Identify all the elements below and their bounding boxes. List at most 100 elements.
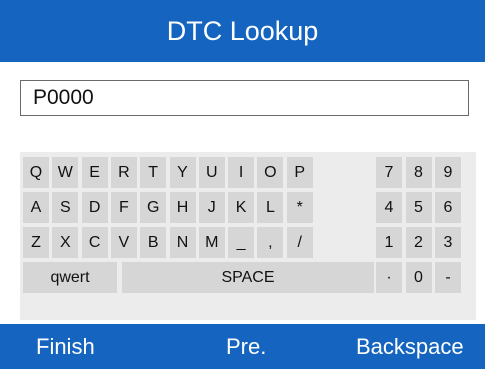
numkey-3-2[interactable]: - [435, 262, 461, 293]
key-label: Z [31, 233, 41, 251]
key-label: U [206, 163, 218, 181]
qwert-key-label: qwert [50, 268, 90, 286]
key-label: 6 [443, 198, 453, 216]
key-label: 3 [443, 233, 453, 251]
key-label: H [176, 198, 189, 216]
numkey-0-2[interactable]: 9 [435, 157, 461, 188]
key-label: - [445, 268, 451, 286]
key-2-4[interactable]: B [140, 227, 167, 258]
key-2-2[interactable]: C [81, 227, 108, 258]
key-label: 7 [384, 163, 394, 181]
backspace-label: Backspace [356, 333, 464, 359]
key-0-6[interactable]: U [198, 157, 225, 188]
key-2-7[interactable]: _ [228, 227, 255, 258]
space-key[interactable]: SPACE [122, 262, 374, 293]
numkey-2-2[interactable]: 3 [435, 227, 461, 258]
on-screen-keyboard: qwert SPACE Q W E R T Y U I O P A S D F G H J K L * Z X C V B N M _… [20, 152, 476, 320]
key-0-3[interactable]: R [110, 157, 137, 188]
key-2-3[interactable]: V [110, 227, 137, 258]
key-label: 1 [384, 233, 394, 251]
key-2-9[interactable]: / [286, 227, 313, 258]
key-1-7[interactable]: K [228, 192, 255, 223]
key-label: E [89, 163, 100, 181]
previous-label: Pre. [226, 333, 267, 359]
key-1-5[interactable]: H [169, 192, 196, 223]
key-0-5[interactable]: Y [169, 157, 196, 188]
key-0-4[interactable]: T [140, 157, 167, 188]
key-1-2[interactable]: D [81, 192, 108, 223]
key-label: T [148, 163, 159, 181]
key-1-6[interactable]: J [198, 192, 225, 223]
page-title: DTC Lookup [166, 15, 319, 46]
key-label: * [296, 198, 303, 216]
key-label: Q [29, 163, 43, 181]
key-2-5[interactable]: N [169, 227, 196, 258]
key-label: N [176, 233, 189, 251]
softkey-bar: Finish Pre. Backspace [0, 324, 485, 369]
key-label: J [207, 198, 216, 216]
key-label: W [57, 163, 73, 181]
key-label: Y [177, 163, 188, 181]
numkey-1-0[interactable]: 4 [376, 192, 402, 223]
space-key-label: SPACE [221, 268, 275, 286]
key-2-0[interactable]: Z [23, 227, 49, 258]
numkey-2-1[interactable]: 2 [405, 227, 432, 258]
finish-label: Finish [36, 333, 95, 359]
key-1-4[interactable]: G [140, 192, 167, 223]
key-label: C [88, 233, 101, 251]
key-label: K [235, 198, 247, 216]
key-2-6[interactable]: M [198, 227, 225, 258]
numkey-0-0[interactable]: 7 [376, 157, 402, 188]
numkey-2-0[interactable]: 1 [376, 227, 402, 258]
qwert-toggle-key[interactable]: qwert [23, 262, 117, 293]
key-0-2[interactable]: E [81, 157, 108, 188]
key-2-1[interactable]: X [52, 227, 79, 258]
key-label: O [264, 163, 277, 181]
key-0-0[interactable]: Q [23, 157, 49, 188]
dtc-code-input[interactable]: P0000 [20, 80, 469, 116]
numkey-1-2[interactable]: 6 [435, 192, 461, 223]
key-1-8[interactable]: L [257, 192, 284, 223]
key-1-1[interactable]: S [52, 192, 79, 223]
key-label: · [386, 268, 392, 286]
key-0-1[interactable]: W [52, 157, 79, 188]
key-label: S [59, 198, 71, 216]
key-label: 5 [414, 198, 423, 216]
numkey-3-1[interactable]: 0 [405, 262, 432, 293]
backspace-button[interactable]: Backspace [356, 324, 464, 369]
key-label: D [88, 198, 101, 216]
key-0-8[interactable]: O [257, 157, 284, 188]
key-label: G [146, 198, 160, 216]
key-label: , [268, 233, 273, 251]
numkey-1-1[interactable]: 5 [405, 192, 432, 223]
title-bar: DTC Lookup [0, 0, 485, 62]
key-label: X [59, 233, 71, 251]
numkey-0-1[interactable]: 8 [405, 157, 432, 188]
key-label: 2 [414, 233, 423, 251]
key-label: A [30, 198, 42, 216]
key-label: P [294, 163, 306, 181]
dtc-lookup-screen: DTC Lookup P0000 qwert SPACE QWERTYU I OP A… [0, 0, 485, 369]
key-2-8[interactable]: , [257, 227, 284, 258]
key-label: / [297, 233, 302, 251]
finish-button[interactable]: Finish [36, 324, 95, 369]
previous-button[interactable]: Pre. [226, 324, 266, 369]
key-label: B [147, 233, 159, 251]
key-label: I [238, 163, 244, 181]
key-1-3[interactable]: F [110, 192, 137, 223]
dtc-code-value: P0000 [33, 86, 94, 109]
key-label: R [118, 163, 130, 181]
key-0-9[interactable]: P [286, 157, 313, 188]
key-1-0[interactable]: A [23, 192, 49, 223]
key-label: 9 [443, 163, 453, 181]
key-label: V [118, 233, 130, 251]
key-label: 8 [414, 163, 423, 181]
key-0-7[interactable]: I [228, 157, 255, 188]
key-1-9[interactable]: * [286, 192, 313, 223]
key-label: F [119, 198, 129, 216]
key-label: L [265, 198, 275, 216]
numkey-3-0[interactable]: · [376, 262, 402, 293]
key-label: 4 [384, 198, 394, 216]
key-label: _ [236, 233, 246, 251]
key-label: 0 [414, 268, 423, 286]
